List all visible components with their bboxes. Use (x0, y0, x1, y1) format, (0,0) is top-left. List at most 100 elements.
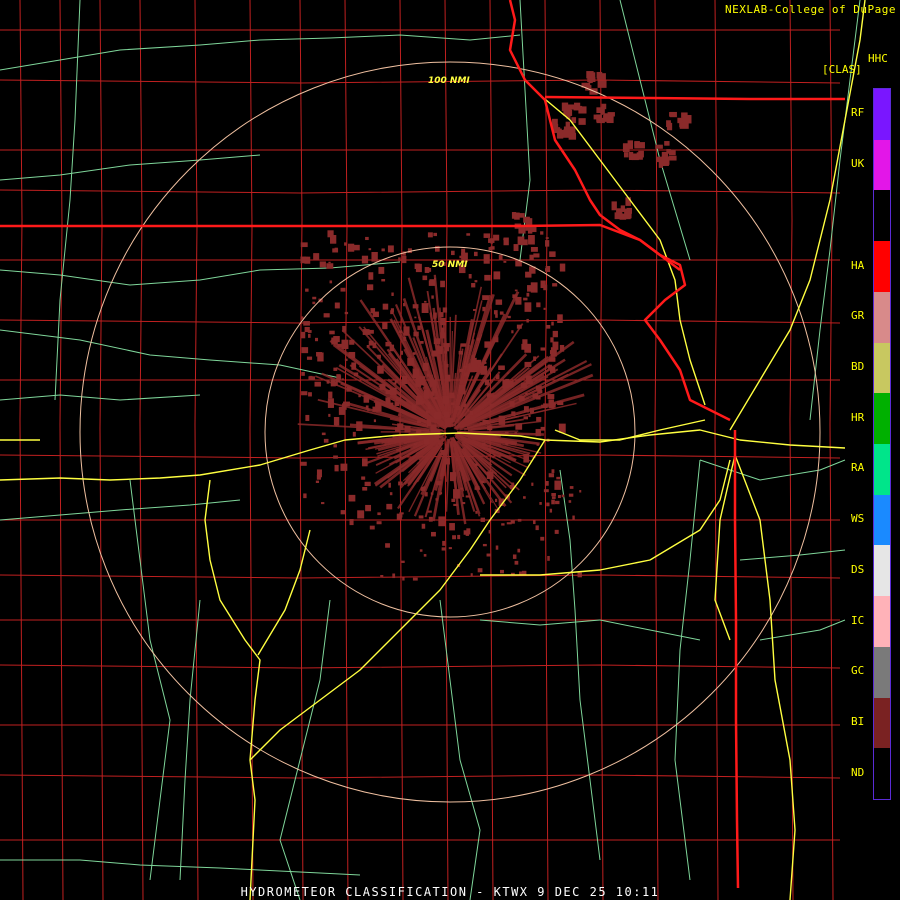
county-line (0, 574, 841, 579)
echo-blob (555, 500, 560, 505)
echo-cluster (634, 141, 640, 149)
echo-blob (419, 549, 423, 552)
echo-blob (301, 391, 308, 396)
echo-blob (417, 420, 421, 424)
echo-blob (308, 376, 316, 381)
minor-road (0, 499, 241, 521)
echo-blob (333, 444, 337, 448)
echo-blob (512, 554, 517, 559)
echo-blob (550, 337, 554, 343)
legend-label: RA (851, 461, 865, 475)
echo-blob (412, 368, 420, 379)
echo-cluster (578, 118, 586, 125)
legend-label: RF (851, 106, 865, 120)
echo-blob (474, 486, 480, 490)
legend-label: UK (851, 157, 865, 171)
echo-blob (365, 405, 369, 410)
echo-streak (470, 430, 519, 433)
echo-blob (526, 292, 530, 297)
range-ring-50 (264, 246, 636, 618)
echo-blob (531, 482, 534, 486)
echo-blob (391, 292, 394, 296)
echo-blob (412, 352, 416, 355)
echo-blob (502, 379, 510, 389)
echo-blob (377, 512, 381, 516)
echo-blob (511, 411, 516, 417)
minor-road (129, 479, 171, 881)
county-line (0, 79, 841, 84)
echo-blob (451, 250, 455, 256)
echo-blob (426, 373, 430, 377)
echo-blob (540, 426, 545, 431)
echo-blob (493, 337, 499, 343)
echo-blob (473, 251, 478, 257)
echo-blob (474, 463, 479, 466)
echo-blob (349, 519, 354, 526)
legend-swatch (874, 291, 890, 343)
color-legend (873, 88, 891, 800)
echo-blob (487, 425, 493, 431)
echo-blob (515, 296, 522, 305)
echo-blob (382, 322, 388, 330)
echo-blob (457, 534, 461, 540)
county-line (544, 0, 549, 900)
echo-blob (444, 458, 450, 465)
echo-blob (369, 525, 375, 530)
echo-blob (377, 354, 381, 359)
echo-blob (427, 510, 432, 513)
echo-blob (484, 341, 491, 348)
echo-blob (551, 493, 556, 497)
echo-blob (530, 282, 538, 293)
echo-blob (540, 347, 546, 351)
echo-blob (334, 302, 340, 309)
echo-blob (300, 331, 306, 339)
echo-blob (423, 438, 430, 445)
radar-map: 50 NMI 100 NMI (0, 0, 866, 900)
echo-blob (308, 392, 312, 397)
echo-blob (378, 266, 385, 274)
echo-blob (448, 547, 452, 550)
echo-blob (365, 236, 369, 241)
echo-blob (547, 555, 550, 561)
echo-blob (449, 472, 457, 482)
echo-blob (503, 261, 507, 263)
echo-blob (557, 494, 561, 499)
echo-cluster (565, 108, 571, 116)
echo-blob (303, 493, 307, 499)
legend-swatch (874, 444, 890, 495)
echo-blob (526, 318, 529, 323)
echo-cluster (565, 121, 570, 130)
echo-blob (387, 245, 394, 253)
echo-blob (468, 273, 472, 279)
echo-blob (495, 374, 500, 380)
echo-blob (344, 358, 348, 361)
minor-road (0, 261, 401, 286)
highway (554, 419, 706, 441)
echo-blob (535, 428, 542, 437)
echo-blob (532, 393, 539, 399)
echo-blob (488, 238, 495, 243)
echo-blob (551, 321, 554, 326)
echo-blob (444, 350, 448, 354)
echo-blob (389, 387, 397, 396)
echo-blob (510, 519, 515, 524)
echo-blob (545, 240, 550, 247)
echo-blob (381, 279, 386, 282)
echo-blob (308, 333, 311, 338)
echo-blob (393, 382, 397, 385)
echo-blob (441, 547, 446, 551)
echo-blob (484, 379, 490, 386)
echo-blob (314, 381, 321, 387)
echo-blob (404, 425, 411, 433)
echo-blob (365, 504, 372, 512)
echo-blob (498, 254, 503, 261)
echo-blob (381, 248, 385, 252)
echo-cluster (636, 152, 643, 160)
echo-blob (421, 523, 426, 529)
echo-blob (300, 256, 307, 264)
echo-blob (451, 423, 454, 427)
echo-blob (452, 535, 456, 540)
echo-blob (492, 394, 497, 398)
echo-blob (528, 235, 535, 245)
echo-blob (477, 568, 483, 573)
